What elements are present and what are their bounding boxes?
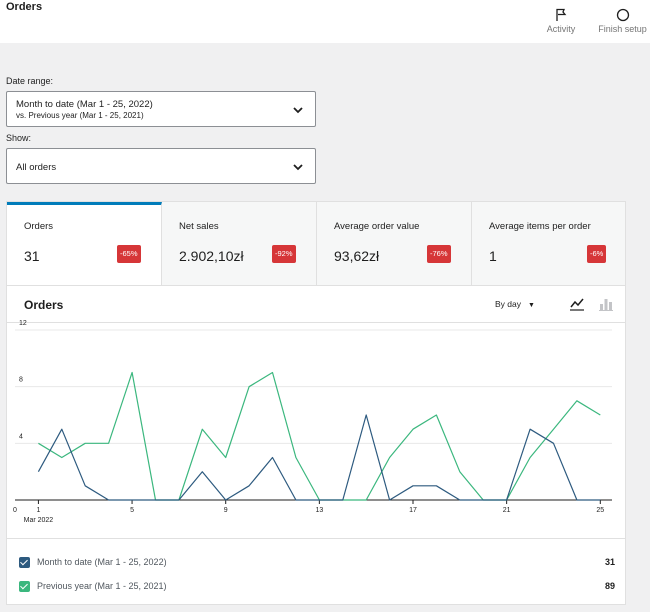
series-line-current <box>37 414 601 501</box>
legend-item-previous[interactable]: Previous year (Mar 1 - 25, 2021) 89 <box>19 579 615 595</box>
x-tick-label: 9 <box>224 507 228 514</box>
legend-total: 89 <box>604 581 615 591</box>
x-tick-label: 17 <box>409 507 417 514</box>
x-axis-sublabel: Mar 2022 <box>24 517 54 524</box>
show-label: Show: <box>6 133 32 143</box>
date-range-label: Date range: <box>6 76 54 86</box>
x-tick-label: 0 <box>13 507 17 514</box>
checkbox-icon[interactable] <box>19 581 30 592</box>
y-tick-label: 4 <box>19 433 23 440</box>
date-range-value: Month to date (Mar 1 - 25, 2022) <box>16 99 153 110</box>
y-tick-label: 12 <box>19 320 27 327</box>
show-select[interactable]: All orders <box>6 148 316 184</box>
x-tick-label: 1 <box>36 507 40 514</box>
x-tick-label: 21 <box>503 507 511 514</box>
x-tick-label: 13 <box>315 507 323 514</box>
legend-item-current[interactable]: Month to date (Mar 1 - 25, 2022) 31 <box>19 555 615 571</box>
page-title: Orders <box>6 1 43 13</box>
chart-legend: Month to date (Mar 1 - 25, 2022) 31 Prev… <box>7 538 625 604</box>
date-range-select[interactable]: Month to date (Mar 1 - 25, 2022) vs. Pre… <box>6 91 316 127</box>
top-bar: Orders Activity Finish setup <box>0 0 650 43</box>
legend-label: Month to date (Mar 1 - 25, 2022) <box>37 557 167 567</box>
orders-line-chart: 4 8 12 0 1 5 9 13 17 21 25 Mar 2022 <box>13 320 612 524</box>
chevron-down-icon <box>293 164 303 171</box>
chevron-down-icon <box>293 107 303 114</box>
legend-label: Previous year (Mar 1 - 25, 2021) <box>37 581 167 591</box>
date-range-compare: vs. Previous year (Mar 1 - 25, 2021) <box>16 111 144 120</box>
circle-icon <box>616 8 629 22</box>
checkbox-icon[interactable] <box>19 557 30 568</box>
orders-report-card: Orders 31 -65% Net sales 2.902,10zł -92%… <box>6 201 626 605</box>
x-tick-label: 25 <box>596 507 604 514</box>
finish-setup-label: Finish setup <box>598 24 647 34</box>
show-value: All orders <box>16 162 57 173</box>
y-tick-label: 8 <box>19 377 23 384</box>
activity-label: Activity <box>546 24 576 34</box>
x-tick-label: 5 <box>130 507 134 514</box>
series-line-previous <box>38 371 601 501</box>
flag-icon <box>556 8 567 21</box>
activity-button[interactable]: Activity <box>544 8 578 34</box>
legend-total: 31 <box>604 557 615 567</box>
finish-setup-button[interactable]: Finish setup <box>595 8 650 34</box>
